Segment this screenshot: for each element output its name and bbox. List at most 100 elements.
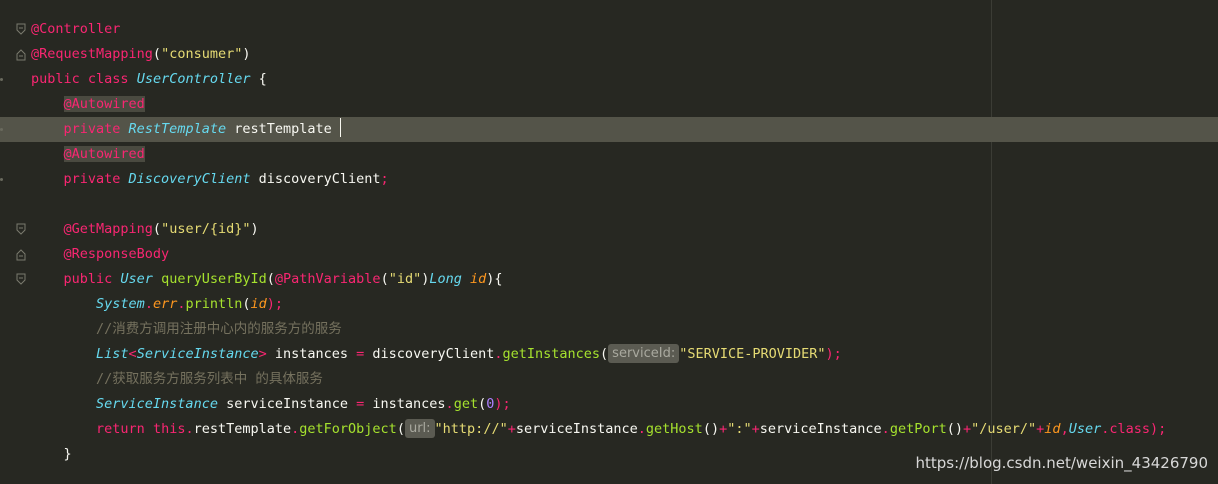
code-token: instances xyxy=(266,346,357,362)
code-line[interactable]: @GetMapping("user/{id}") xyxy=(0,217,1218,242)
code-text: @Autowired xyxy=(31,92,145,117)
code-token: ( xyxy=(396,421,405,437)
code-token: @ResponseBody xyxy=(63,246,170,262)
code-line[interactable]: //消费方调用注册中心内的服务方的服务 xyxy=(0,317,1218,342)
fold-open-icon[interactable] xyxy=(16,223,26,236)
code-token: } xyxy=(31,446,72,462)
gutter-marker-icon xyxy=(0,128,3,131)
code-token: //获取服务方服务列表中 的具体服务 xyxy=(96,371,323,387)
code-text: } xyxy=(31,442,72,467)
code-token: id xyxy=(470,271,487,287)
code-line[interactable]: return this.restTemplate.getForObject(ur… xyxy=(0,417,1218,442)
code-token: , xyxy=(1060,421,1069,437)
code-token: public xyxy=(63,271,121,287)
code-token: get xyxy=(453,396,479,412)
code-token: public xyxy=(31,71,88,87)
code-token: getHost xyxy=(645,421,703,437)
code-token: id xyxy=(1044,421,1061,437)
code-line[interactable]: @ResponseBody xyxy=(0,242,1218,267)
code-line[interactable] xyxy=(0,192,1218,217)
code-token: class xyxy=(87,71,137,87)
code-token: < xyxy=(128,346,137,362)
code-token: > xyxy=(258,346,267,362)
code-token: ); xyxy=(494,396,511,412)
code-token: err xyxy=(152,296,178,312)
fold-open-icon[interactable] xyxy=(16,23,26,36)
code-text: //消费方调用注册中心内的服务方的服务 xyxy=(31,317,342,342)
code-token: getInstances xyxy=(502,346,601,362)
code-text: //获取服务方服务列表中 的具体服务 xyxy=(31,367,323,392)
code-token: "user/{id}" xyxy=(161,221,251,237)
code-token: ( xyxy=(380,271,389,287)
code-token: //消费方调用注册中心内的服务方的服务 xyxy=(96,321,342,337)
code-line[interactable]: @Autowired xyxy=(0,142,1218,167)
code-token: . xyxy=(637,421,646,437)
gutter-marker-icon xyxy=(0,78,3,81)
watermark: https://blog.csdn.net/weixin_43426790 xyxy=(915,454,1208,472)
fold-open-icon[interactable] xyxy=(16,273,26,286)
code-token: ) xyxy=(242,46,251,62)
code-text: @GetMapping("user/{id}") xyxy=(31,217,259,242)
code-token: id xyxy=(250,296,267,312)
code-token: DiscoveryClient xyxy=(128,171,251,187)
code-line[interactable]: private RestTemplate restTemplate xyxy=(0,117,1218,142)
fold-close-icon[interactable] xyxy=(16,48,26,61)
code-token: List xyxy=(96,346,129,362)
code-text: @ResponseBody xyxy=(31,242,170,267)
code-line[interactable]: @RequestMapping("consumer") xyxy=(0,42,1218,67)
code-text: public User queryUserById(@PathVariable(… xyxy=(31,267,503,292)
code-token: ); xyxy=(266,296,284,312)
code-text: System.err.println(id); xyxy=(31,292,283,317)
code-token: queryUserById xyxy=(161,271,267,287)
code-token: "SERVICE-PROVIDER" xyxy=(679,346,826,362)
code-token: getPort xyxy=(889,421,947,437)
code-token: instances xyxy=(364,396,446,412)
parameter-hint: serviceId: xyxy=(608,344,680,363)
text-caret xyxy=(339,118,341,137)
code-token: getForObject xyxy=(299,421,397,437)
code-token: "consumer" xyxy=(161,46,243,62)
code-token: + xyxy=(962,421,972,437)
code-token: ( xyxy=(152,46,162,62)
code-token: ) xyxy=(250,221,259,237)
code-line[interactable]: @Autowired xyxy=(0,92,1218,117)
code-token: () xyxy=(946,421,963,437)
code-line[interactable]: @Controller xyxy=(0,17,1218,42)
fold-close-icon[interactable] xyxy=(16,248,26,261)
code-line[interactable]: public User queryUserById(@PathVariable(… xyxy=(0,267,1218,292)
code-text: private RestTemplate restTemplate xyxy=(31,117,341,142)
code-token: . xyxy=(881,421,890,437)
code-token: @GetMapping xyxy=(63,221,153,237)
code-token: return xyxy=(96,421,153,437)
code-text: return this.restTemplate.getForObject(ur… xyxy=(31,417,1166,442)
code-token: serviceInstance xyxy=(759,421,882,437)
code-token: ( xyxy=(478,396,487,412)
code-token: private xyxy=(63,171,129,187)
code-token: "id" xyxy=(388,271,422,287)
code-token: ":" xyxy=(727,421,752,437)
code-token: this xyxy=(152,421,186,437)
code-token: User xyxy=(1068,421,1102,437)
code-token: ; xyxy=(380,171,389,187)
code-token: restTemplate xyxy=(193,421,292,437)
code-line[interactable]: System.err.println(id); xyxy=(0,292,1218,317)
code-line[interactable]: //获取服务方服务列表中 的具体服务 xyxy=(0,367,1218,392)
code-token: () xyxy=(702,421,720,437)
code-token: . xyxy=(144,296,153,312)
code-line[interactable]: List<ServiceInstance> instances = discov… xyxy=(0,342,1218,367)
code-line[interactable]: private DiscoveryClient discoveryClient; xyxy=(0,167,1218,192)
code-line[interactable]: ServiceInstance serviceInstance = instan… xyxy=(0,392,1218,417)
code-token: ); xyxy=(825,346,842,362)
code-token: ( xyxy=(266,271,275,287)
code-line[interactable]: public class UserController { xyxy=(0,67,1218,92)
code-token: ( xyxy=(152,221,162,237)
code-text: private DiscoveryClient discoveryClient; xyxy=(31,167,389,192)
